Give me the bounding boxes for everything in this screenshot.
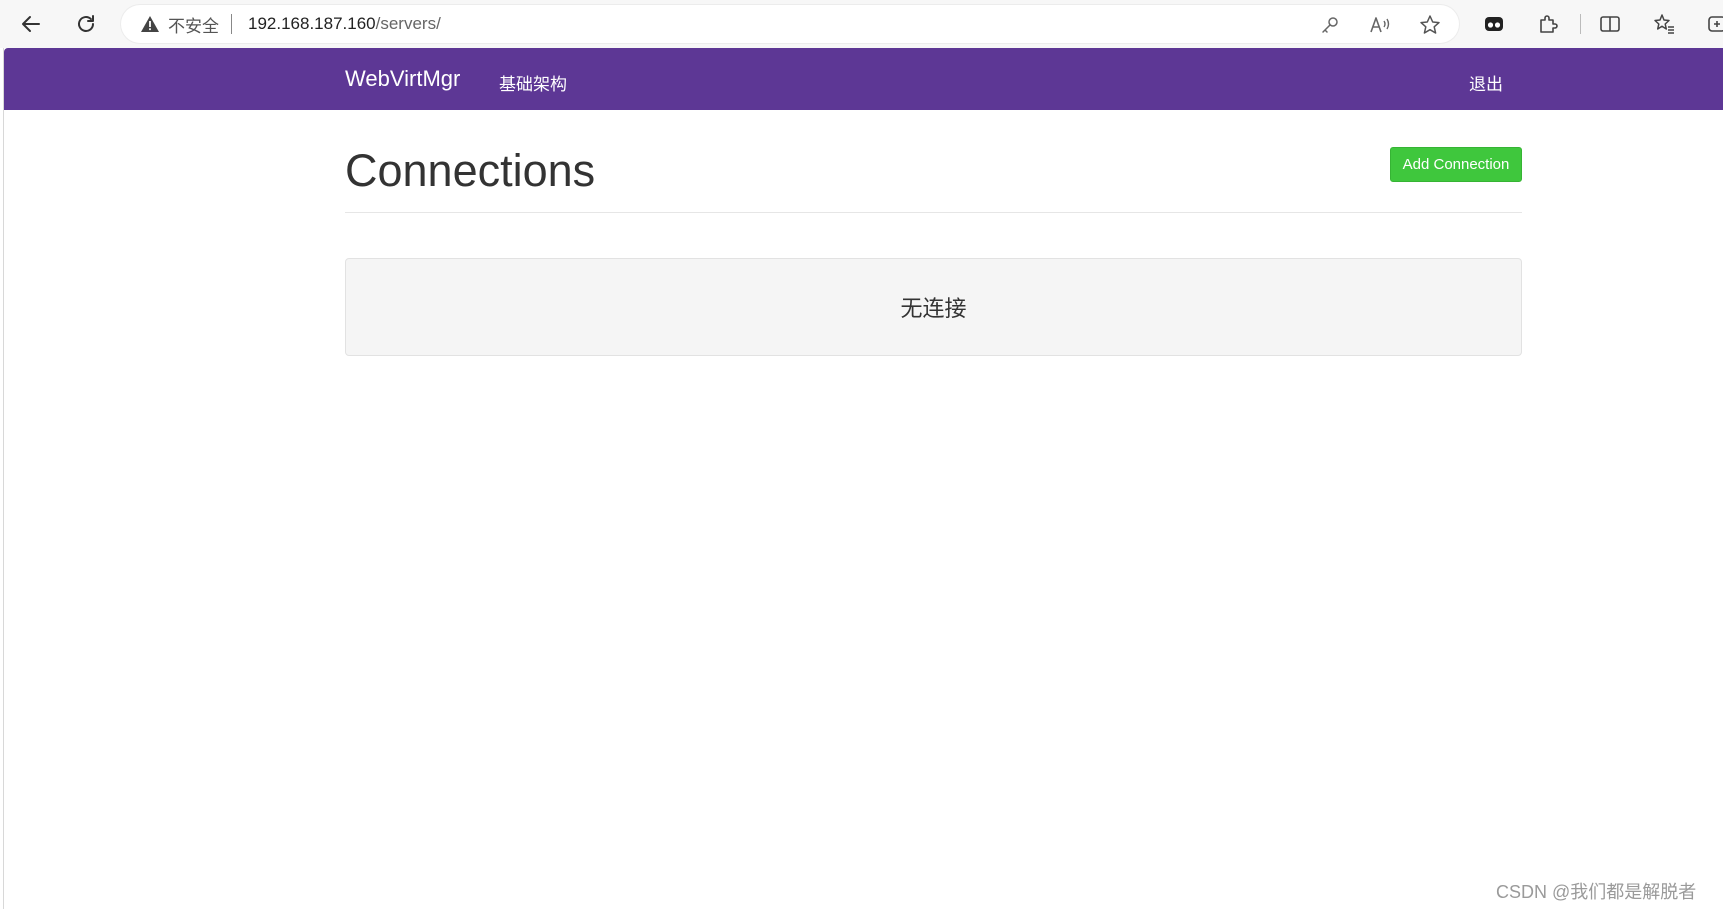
- read-aloud-icon[interactable]: [1369, 14, 1391, 36]
- warning-triangle-icon[interactable]: [140, 14, 160, 34]
- star-icon[interactable]: [1419, 14, 1441, 36]
- add-connection-button[interactable]: Add Connection: [1390, 147, 1522, 182]
- browser-toolbar: 不安全 192.168.187.160/servers/: [0, 0, 1723, 48]
- top-navbar: WebVirtMgr 基础架构 退出: [4, 48, 1723, 110]
- url-path: /servers/: [375, 14, 441, 33]
- url-host: 192.168.187.160: [248, 14, 376, 33]
- empty-connections-panel: 无连接: [345, 258, 1522, 356]
- insecure-label[interactable]: 不安全: [168, 12, 219, 37]
- empty-message: 无连接: [900, 296, 967, 321]
- nav-infrastructure-link[interactable]: 基础架构: [499, 70, 567, 95]
- logout-link[interactable]: 退出: [1469, 70, 1503, 95]
- toolbar-separator: [1580, 14, 1581, 34]
- watermark: CSDN @我们都是解脱者: [1496, 882, 1697, 902]
- favorites-icon[interactable]: [1652, 12, 1676, 36]
- url-text[interactable]: 192.168.187.160/servers/: [248, 14, 441, 34]
- arrow-left-icon: [22, 16, 40, 32]
- reload-icon: [78, 15, 94, 32]
- key-icon[interactable]: [1319, 14, 1341, 36]
- page-viewport: WebVirtMgr 基础架构 退出 Connections Add Conne…: [3, 48, 1723, 909]
- puzzle-icon[interactable]: [1536, 12, 1560, 36]
- address-separator: [231, 14, 232, 34]
- title-divider: [345, 212, 1522, 213]
- extension-icon[interactable]: [1482, 12, 1506, 36]
- split-screen-icon[interactable]: [1598, 12, 1622, 36]
- address-bar[interactable]: 不安全 192.168.187.160/servers/: [121, 5, 1459, 43]
- brand-link[interactable]: WebVirtMgr: [345, 66, 460, 92]
- collections-icon[interactable]: [1703, 12, 1723, 36]
- reload-button[interactable]: [66, 4, 106, 44]
- page-title: Connections: [345, 145, 596, 196]
- back-button[interactable]: [11, 4, 51, 44]
